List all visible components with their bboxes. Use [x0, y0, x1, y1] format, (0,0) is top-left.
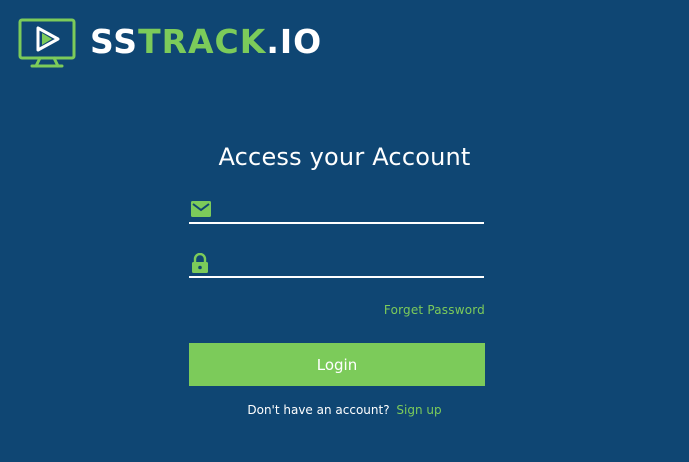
monitor-play-icon [18, 18, 76, 68]
brand-logo: SSTRACK.IO [18, 18, 322, 70]
lock-icon [192, 253, 208, 273]
email-field [189, 196, 484, 224]
signup-link[interactable]: Sign up [396, 403, 441, 417]
page-title: Access your Account [218, 143, 471, 171]
login-button[interactable]: Login [189, 343, 485, 386]
brand-wordmark-ss: SS [90, 21, 139, 61]
email-input[interactable] [219, 197, 484, 221]
forgot-password-link[interactable]: Forget Password [384, 303, 485, 317]
signup-prompt: Don't have an account? [247, 403, 390, 417]
password-field [189, 250, 484, 278]
signup-row: Don't have an account? Sign up [0, 403, 689, 417]
brand-wordmark-track: TRACK [138, 21, 267, 61]
mail-icon [191, 201, 211, 217]
brand-wordmark-io: .IO [266, 21, 323, 61]
password-input[interactable] [217, 251, 484, 275]
brand-wordmark: SSTRACK.IO [90, 25, 322, 58]
